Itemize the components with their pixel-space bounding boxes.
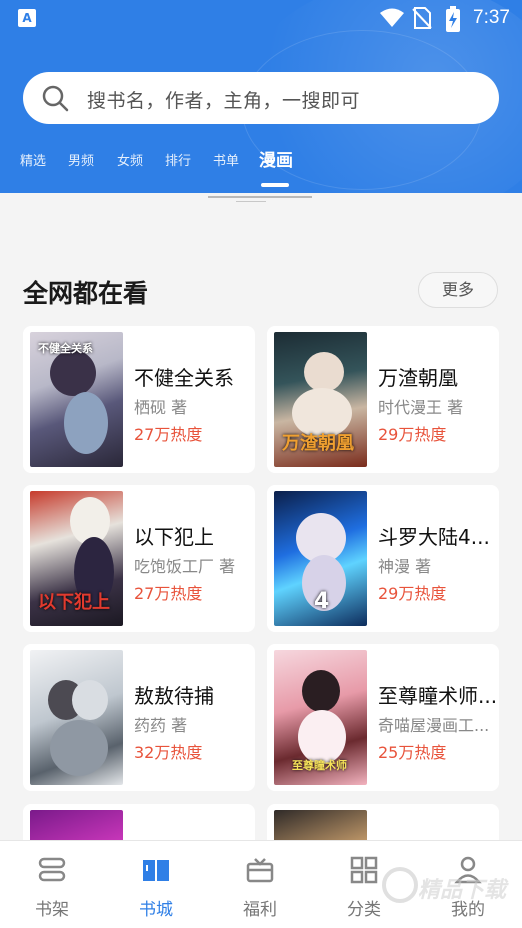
book-cover: 至尊瞳术师 (274, 650, 367, 785)
book-cover: 4 (274, 491, 367, 626)
clock: 7:37 (473, 7, 510, 28)
section-title: 全网都在看 (23, 279, 149, 308)
tab-female[interactable]: 女频 (117, 150, 143, 169)
active-tab-indicator (261, 183, 289, 187)
book-author: 时代漫王 著 (378, 398, 464, 417)
book-card[interactable] (267, 804, 499, 840)
bookstore-icon (143, 860, 169, 881)
book-heat: 32万热度 (134, 743, 203, 762)
book-title: 不健全关系 (134, 366, 234, 390)
book-author: 药药 著 (134, 716, 188, 735)
tab-male[interactable]: 男频 (68, 150, 94, 169)
tab-booklists[interactable]: 书单 (213, 150, 239, 169)
wifi-icon (380, 8, 404, 27)
search-bar[interactable]: 搜书名，作者，主角，一搜即可 (23, 72, 499, 124)
book-author: 栖砚 著 (134, 398, 188, 417)
book-cover (30, 650, 123, 785)
book-title: 以下犯上 (134, 525, 214, 549)
book-card[interactable]: 万渣朝凰 万渣朝凰 时代漫王 著 29万热度 (267, 326, 499, 473)
app-notification-icon: A (18, 9, 36, 27)
book-card[interactable]: 以下犯上 以下犯上 吃饱饭工厂 著 27万热度 (23, 485, 255, 632)
status-bar: A 7:37 (0, 0, 522, 38)
book-cover (30, 810, 123, 840)
nav-bookshelf[interactable]: 书架 (0, 841, 104, 928)
book-cover (274, 810, 367, 840)
book-card[interactable] (23, 804, 255, 840)
book-heat: 27万热度 (134, 425, 203, 444)
nav-welfare[interactable]: 福利 (208, 841, 312, 928)
category-icon (350, 856, 378, 884)
bookshelf-icon (38, 857, 66, 882)
tab-featured[interactable]: 精选 (20, 150, 46, 169)
book-heat: 29万热度 (378, 584, 447, 603)
book-author: 吃饱饭工厂 著 (134, 557, 236, 576)
book-cover: 以下犯上 (30, 491, 123, 626)
book-card[interactable]: 敖敖待捕 药药 著 32万热度 (23, 644, 255, 791)
book-author: 神漫 著 (378, 557, 432, 576)
header: A 7:37 搜书名，作者，主角，一搜即可 精选 男频 女频 排行 书单 漫画 (0, 0, 522, 193)
book-card[interactable]: 至尊瞳术师 至尊瞳术师... 奇喵屋漫画工... 25万热度 (267, 644, 499, 791)
nav-bookstore[interactable]: 书城 (104, 841, 208, 928)
battery-charging-icon (446, 6, 460, 32)
gift-icon (246, 858, 274, 883)
book-card[interactable]: 4 斗罗大陆4... 神漫 著 29万热度 (267, 485, 499, 632)
pull-refresh-indicator (208, 194, 312, 204)
more-button[interactable]: 更多 (418, 272, 498, 308)
tab-comics[interactable]: 漫画 (259, 146, 293, 171)
search-placeholder: 搜书名，作者，主角，一搜即可 (87, 90, 361, 112)
book-author: 奇喵屋漫画工... (378, 716, 490, 735)
watermark-logo-icon (382, 867, 418, 903)
category-tabs: 精选 男频 女频 排行 书单 漫画 (0, 146, 522, 187)
book-card[interactable]: 不健全关系 不健全关系 栖砚 著 27万热度 (23, 326, 255, 473)
book-title: 至尊瞳术师... (378, 684, 496, 708)
book-heat: 25万热度 (378, 743, 447, 762)
tab-ranking[interactable]: 排行 (165, 150, 191, 169)
book-cover: 万渣朝凰 (274, 332, 367, 467)
book-title: 斗罗大陆4... (378, 525, 490, 549)
no-sim-icon (412, 7, 432, 29)
search-icon (42, 85, 69, 112)
site-watermark: 精品下载 (380, 856, 520, 916)
book-heat: 29万热度 (378, 425, 447, 444)
book-title: 万渣朝凰 (378, 366, 458, 390)
book-heat: 27万热度 (134, 584, 203, 603)
book-title: 敖敖待捕 (134, 684, 214, 708)
book-cover: 不健全关系 (30, 332, 123, 467)
